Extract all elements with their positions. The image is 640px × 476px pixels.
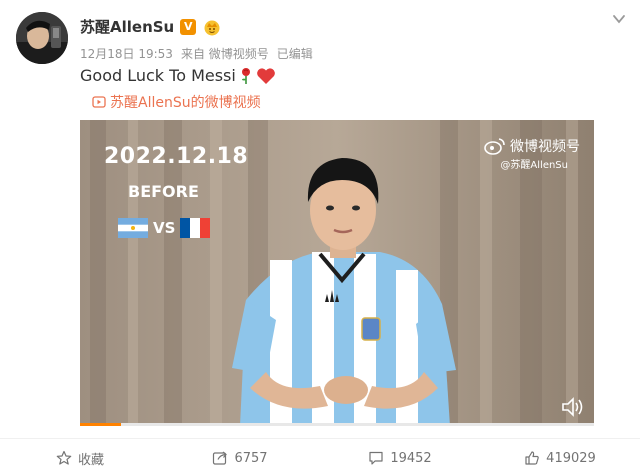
comment-icon bbox=[369, 451, 383, 465]
weibo-logo-icon bbox=[484, 138, 505, 155]
watermark-title: 微博视频号 bbox=[510, 139, 580, 155]
post-source: 来自 微博视频号 bbox=[180, 47, 269, 61]
video-before-text: BEFORE bbox=[128, 182, 199, 201]
share-icon bbox=[213, 451, 228, 465]
verified-badge: V bbox=[180, 18, 197, 35]
edited-label[interactable]: 已编辑 bbox=[277, 45, 313, 62]
timestamp[interactable]: 12月18日 19:53 bbox=[80, 45, 173, 62]
france-flag bbox=[180, 218, 211, 238]
favorite-label: 收藏 bbox=[77, 452, 104, 468]
like-icon bbox=[525, 451, 539, 465]
argentina-flag bbox=[118, 218, 148, 238]
watermark-user: @苏醒AllenSu bbox=[500, 160, 568, 171]
author-name[interactable]: 苏醒AllenSu bbox=[80, 16, 174, 37]
star-icon bbox=[56, 450, 72, 465]
comment-button[interactable]: 19452 bbox=[320, 440, 480, 476]
member-crown-icon[interactable] bbox=[202, 18, 222, 36]
post-text: Good Luck To Messi bbox=[80, 66, 276, 85]
video-watermark: 微博视频号 bbox=[484, 136, 580, 156]
video-progress-bar[interactable] bbox=[80, 423, 594, 426]
share-button[interactable]: 6757 bbox=[160, 440, 320, 476]
favorite-button[interactable]: 收藏 bbox=[0, 440, 160, 476]
like-button[interactable]: 419029 bbox=[480, 440, 640, 476]
post-meta: 12月18日 19:53 来自 微博视频号 已编辑 bbox=[80, 45, 313, 62]
avatar[interactable] bbox=[16, 12, 68, 64]
share-count: 6757 bbox=[234, 450, 268, 466]
video-date-text: 2022.12.18 bbox=[104, 144, 249, 169]
video-player[interactable]: 2022.12.18 BEFORE VS 微博视频号 @苏醒AllenSu bbox=[80, 120, 594, 426]
video-link-icon bbox=[92, 96, 106, 108]
rose-emoji bbox=[241, 67, 250, 84]
heart-emoji bbox=[256, 67, 275, 84]
actions-divider bbox=[0, 438, 640, 439]
volume-icon[interactable] bbox=[560, 396, 586, 418]
comment-count: 19452 bbox=[390, 450, 432, 466]
video-matchup: VS bbox=[118, 218, 211, 238]
author-row: 苏醒AllenSu V bbox=[80, 16, 222, 37]
video-link[interactable]: 苏醒AllenSu的微博视频 bbox=[92, 92, 261, 112]
chevron-down-icon[interactable] bbox=[612, 12, 626, 26]
vs-text: VS bbox=[153, 219, 176, 237]
post-text-content: Good Luck To Messi bbox=[80, 66, 236, 85]
like-count: 419029 bbox=[546, 450, 596, 466]
video-link-label: 苏醒AllenSu的微博视频 bbox=[110, 95, 261, 111]
video-progress-fill bbox=[80, 423, 122, 426]
avatar-image bbox=[16, 12, 68, 64]
action-bar: 收藏 6757 19452 419029 bbox=[0, 440, 640, 476]
